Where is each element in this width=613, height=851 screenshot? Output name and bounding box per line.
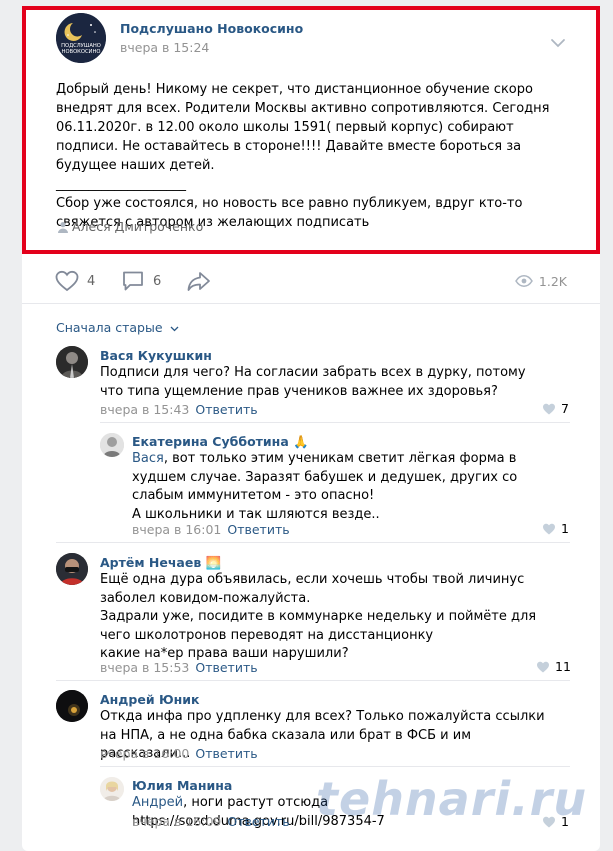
- divider: [56, 542, 570, 543]
- comments-count: 6: [153, 273, 162, 289]
- avatar-photo-icon: [56, 690, 88, 722]
- post-actions: 4 6 1.2K: [55, 268, 575, 294]
- heart-icon: [55, 270, 79, 292]
- heart-icon: [537, 661, 549, 672]
- reply-button[interactable]: Ответить: [195, 660, 257, 675]
- views-counter: 1.2K: [515, 268, 567, 294]
- comment-author[interactable]: Андрей Юник: [100, 692, 200, 707]
- comment-time[interactable]: вчера в 15:43: [100, 402, 189, 417]
- comment-time[interactable]: вчера в 16:09: [132, 814, 221, 829]
- comment-body: , вот только этим ученикам светит лёгкая…: [132, 451, 518, 522]
- reply-button[interactable]: Ответить: [195, 402, 257, 417]
- like-button[interactable]: 4: [55, 268, 95, 294]
- group-avatar[interactable]: ПОДСЛУШАНО НОВОКОСИНО: [56, 13, 106, 63]
- moon-logo-icon: ПОДСЛУШАНО НОВОКОСИНО: [56, 13, 106, 63]
- comment-likes: 11: [555, 659, 571, 674]
- divider: [100, 422, 570, 423]
- comment-author[interactable]: Юлия Манина: [132, 778, 232, 793]
- comment-like-button[interactable]: 1: [542, 521, 569, 536]
- comment-meta: вчера в 16:09 Ответить: [132, 814, 290, 829]
- comment-button[interactable]: 6: [121, 268, 161, 294]
- comment-text: Вася, вот только этим ученикам светит лё…: [132, 450, 570, 524]
- avatar[interactable]: [56, 553, 88, 585]
- comment-text: Ещё одна дура объявилась, если хочешь чт…: [100, 572, 537, 661]
- comment-author[interactable]: Вася Кукушкин: [100, 348, 212, 363]
- comment-time[interactable]: вчера в 16:01: [132, 522, 221, 537]
- avatar-photo-icon: [56, 346, 88, 378]
- avatar-photo-icon: [100, 433, 124, 457]
- views-count: 1.2K: [538, 273, 567, 289]
- avatar[interactable]: [56, 346, 88, 378]
- avatar[interactable]: [100, 433, 124, 457]
- comment-meta: вчера в 15:43 Ответить: [100, 402, 258, 417]
- watermark: tehnari.ru: [316, 772, 588, 826]
- avatar[interactable]: [56, 690, 88, 722]
- avatar-photo-icon: [56, 553, 88, 585]
- comment-like-button[interactable]: 11: [536, 659, 571, 674]
- post-time[interactable]: вчера в 15:24: [120, 40, 209, 55]
- divider: [22, 303, 600, 304]
- avatar[interactable]: [100, 777, 124, 801]
- comment-likes: 7: [561, 401, 569, 416]
- avatar-photo-icon: [100, 777, 124, 801]
- comment-meta: вчера в 15:53 Ответить: [100, 660, 258, 675]
- chevron-down-icon: [170, 326, 178, 332]
- eye-icon: [515, 275, 533, 287]
- chevron-down-icon[interactable]: [550, 37, 566, 49]
- user-icon: [58, 222, 68, 233]
- reply-button[interactable]: Ответить: [195, 746, 257, 761]
- comment-time[interactable]: вчера в 15:53: [100, 660, 189, 675]
- comment-meta: вчера в 16:00 Ответить: [100, 746, 258, 761]
- comment-text: Подписи для чего? На согласии забрать вс…: [100, 365, 526, 399]
- comment-time[interactable]: вчера в 16:00: [100, 746, 189, 761]
- group-name[interactable]: Подслушано Новокосино: [120, 21, 303, 36]
- post-text: Добрый день! Никому не секрет, что диста…: [56, 82, 550, 230]
- comment-like-button[interactable]: 7: [542, 401, 569, 416]
- reply-button[interactable]: Ответить: [227, 814, 289, 829]
- svg-text:НОВОКОСИНО: НОВОКОСИНО: [62, 49, 101, 55]
- heart-icon: [543, 403, 555, 414]
- comment-author[interactable]: Екатерина Субботина 🙏: [132, 434, 309, 450]
- divider: [56, 680, 570, 681]
- heart-icon: [543, 523, 555, 534]
- reply-button[interactable]: Ответить: [227, 522, 289, 537]
- comment-author[interactable]: Артём Нечаев 🌅: [100, 555, 221, 571]
- comments-sort[interactable]: Сначала старые: [56, 320, 179, 335]
- likes-count: 4: [87, 273, 96, 289]
- comment-likes: 1: [561, 521, 569, 536]
- post-signer[interactable]: Алеся Дмитроченко: [72, 219, 203, 234]
- comment-meta: вчера в 16:01 Ответить: [132, 522, 290, 537]
- reply-addressee[interactable]: Андрей: [132, 795, 183, 810]
- reply-addressee[interactable]: Вася: [132, 451, 164, 466]
- comments-sort-label: Сначала старые: [56, 320, 163, 335]
- divider: [100, 766, 570, 767]
- share-button[interactable]: [186, 268, 220, 294]
- share-icon: [187, 272, 210, 291]
- comment-icon: [123, 271, 143, 291]
